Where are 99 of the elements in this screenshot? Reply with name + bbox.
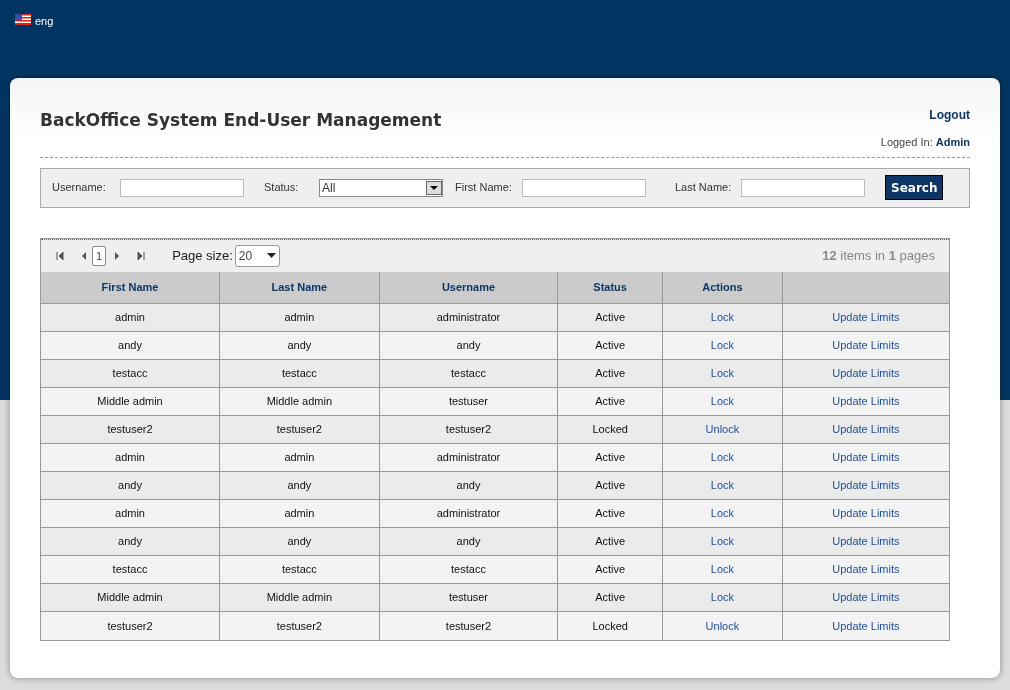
- pager-summary: 12 items in 1 pages: [822, 246, 935, 265]
- last-name-cell: Middle admin: [266, 591, 333, 604]
- status-dropdown[interactable]: All: [319, 178, 443, 197]
- search-button[interactable]: Search: [885, 175, 944, 200]
- update-limits-link[interactable]: Update Limits: [832, 591, 900, 604]
- status-cell: Active: [595, 563, 626, 576]
- username-cell: andy: [456, 339, 481, 352]
- logged-in-label: Logged In:: [880, 135, 933, 150]
- username-field[interactable]: [120, 178, 244, 197]
- update-limits-link[interactable]: Update Limits: [832, 479, 900, 492]
- status-cell: Locked: [592, 619, 628, 632]
- current-page-button[interactable]: 1: [92, 245, 107, 266]
- lock-toggle-link[interactable]: Lock: [710, 311, 735, 324]
- update-limits-link[interactable]: Update Limits: [832, 535, 900, 548]
- lock-toggle-link[interactable]: Lock: [710, 535, 735, 548]
- update-limits-link[interactable]: Update Limits: [832, 507, 900, 520]
- status-cell: Active: [595, 311, 626, 324]
- status-cell: Active: [595, 367, 626, 380]
- username-label: Username:: [52, 180, 107, 196]
- first-name-label: First Name:: [455, 180, 513, 196]
- last-name-cell: admin: [284, 507, 315, 520]
- username-cell: administrator: [436, 507, 501, 520]
- username-cell: andy: [456, 535, 481, 548]
- lock-toggle-link[interactable]: Lock: [710, 451, 735, 464]
- update-limits-link[interactable]: Update Limits: [832, 563, 900, 576]
- username-cell: testuser: [448, 395, 489, 408]
- status-cell: Active: [595, 591, 626, 604]
- flag-icon[interactable]: [15, 14, 31, 25]
- first-name-field[interactable]: [522, 178, 646, 197]
- status-cell: Active: [595, 479, 626, 492]
- lock-toggle-link[interactable]: Lock: [710, 563, 735, 576]
- column-header[interactable]: Username: [379, 271, 558, 304]
- username-cell: testuser2: [445, 619, 492, 632]
- first-name-cell: Middle admin: [97, 591, 163, 604]
- update-limits-link[interactable]: Update Limits: [832, 451, 900, 464]
- first-name-cell: testuser2: [107, 423, 153, 436]
- column-header[interactable]: First Name: [41, 271, 220, 304]
- page-title: BackOffice System End-User Management: [40, 109, 442, 132]
- status-cell: Active: [595, 395, 626, 408]
- page-size-dropdown[interactable]: 20: [234, 244, 280, 267]
- column-header[interactable]: Status: [557, 271, 663, 304]
- lock-toggle-link[interactable]: Lock: [710, 367, 735, 380]
- caret-icon: [266, 253, 276, 258]
- column-header[interactable]: Actions: [662, 271, 783, 304]
- status-cell: Active: [595, 535, 626, 548]
- status-cell: Active: [595, 451, 626, 464]
- first-page-icon[interactable]: [55, 250, 65, 261]
- language-link[interactable]: eng: [35, 13, 54, 30]
- first-name-cell: testacc: [112, 563, 148, 576]
- status-label: Status:: [264, 180, 300, 196]
- lock-toggle-link[interactable]: Lock: [710, 339, 735, 352]
- first-name-cell: andy: [118, 479, 142, 492]
- update-limits-link[interactable]: Update Limits: [832, 311, 900, 324]
- update-limits-link[interactable]: Update Limits: [832, 423, 900, 436]
- lock-toggle-link[interactable]: Lock: [710, 479, 735, 492]
- first-name-cell: andy: [118, 339, 142, 352]
- first-name-cell: testuser2: [107, 619, 153, 632]
- last-name-label: Last Name:: [675, 180, 733, 196]
- update-limits-link[interactable]: Update Limits: [832, 619, 900, 632]
- last-page-icon[interactable]: [136, 250, 147, 261]
- last-name-cell: testacc: [281, 367, 317, 380]
- last-name-cell: andy: [287, 535, 312, 548]
- username-cell: andy: [456, 479, 481, 492]
- username-cell: testuser2: [445, 423, 492, 436]
- lock-toggle-link[interactable]: Lock: [710, 395, 735, 408]
- first-name-cell: admin: [115, 311, 145, 324]
- username-cell: administrator: [436, 311, 501, 324]
- last-name-cell: andy: [287, 339, 312, 352]
- first-name-cell: Middle admin: [97, 395, 163, 408]
- last-name-cell: admin: [284, 451, 315, 464]
- last-name-cell: andy: [287, 479, 312, 492]
- logout-link[interactable]: Logout: [929, 106, 970, 124]
- lock-toggle-link[interactable]: Lock: [710, 507, 735, 520]
- lock-toggle-link[interactable]: Unlock: [705, 619, 740, 632]
- status-cell: Active: [595, 339, 626, 352]
- last-name-cell: testacc: [281, 563, 317, 576]
- username-cell: testuser: [448, 591, 489, 604]
- last-name-cell: Middle admin: [266, 395, 333, 408]
- status-cell: Active: [595, 507, 626, 520]
- last-name-cell: admin: [284, 311, 315, 324]
- last-name-cell: testuser2: [276, 619, 322, 632]
- update-limits-link[interactable]: Update Limits: [832, 395, 900, 408]
- logged-in-user: Admin: [935, 135, 970, 150]
- lock-toggle-link[interactable]: Lock: [710, 591, 735, 604]
- first-name-cell: andy: [118, 535, 142, 548]
- page-size-label: Page size:: [172, 246, 233, 265]
- first-name-cell: admin: [115, 507, 145, 520]
- status-cell: Locked: [592, 423, 628, 436]
- update-limits-link[interactable]: Update Limits: [832, 367, 900, 380]
- username-cell: testacc: [451, 367, 486, 380]
- first-name-cell: testacc: [112, 367, 148, 380]
- first-name-cell: admin: [115, 451, 145, 464]
- username-cell: testacc: [451, 563, 486, 576]
- update-limits-link[interactable]: Update Limits: [832, 339, 900, 352]
- column-header[interactable]: Last Name: [219, 271, 380, 304]
- last-name-cell: testuser2: [276, 423, 322, 436]
- username-cell: administrator: [436, 451, 501, 464]
- lock-toggle-link[interactable]: Unlock: [705, 423, 740, 436]
- last-name-field[interactable]: [741, 178, 865, 197]
